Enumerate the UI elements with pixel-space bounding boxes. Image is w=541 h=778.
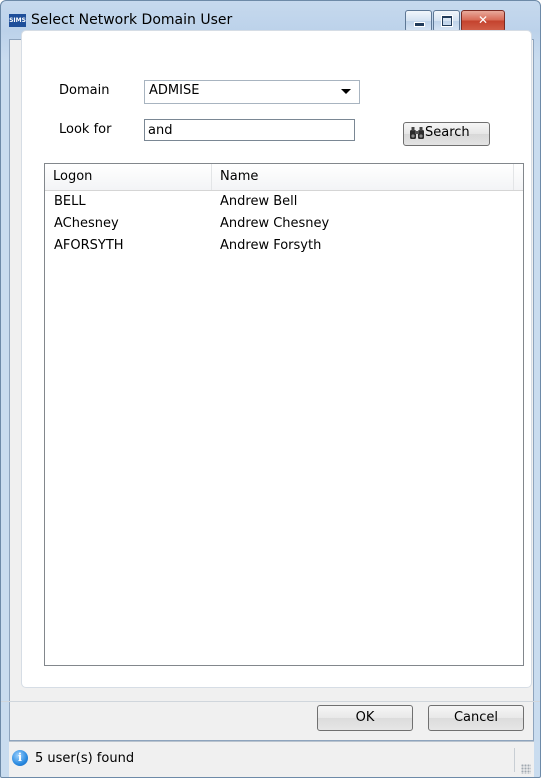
ok-button[interactable]: OK xyxy=(317,705,413,731)
row-name: Andrew Bell xyxy=(220,194,298,209)
column-header-name[interactable]: Name xyxy=(212,164,514,190)
column-header-logon[interactable]: Logon xyxy=(45,164,212,190)
look-for-label: Look for xyxy=(59,122,112,137)
resize-grip-icon[interactable] xyxy=(521,764,531,774)
maximize-button[interactable] xyxy=(433,10,460,32)
minimize-button[interactable] xyxy=(405,10,432,32)
dialog-window: SIMS Select Network Domain User ✕ Domain… xyxy=(0,0,541,778)
row-logon: AChesney xyxy=(54,216,119,231)
search-button-label: Search xyxy=(425,125,470,140)
sims-app-icon: SIMS xyxy=(9,14,26,27)
list-row[interactable]: AChesney Andrew Chesney xyxy=(45,216,523,236)
row-logon: AFORSYTH xyxy=(54,238,124,253)
row-logon: BELL xyxy=(54,194,86,209)
maximize-icon xyxy=(434,11,459,31)
close-button[interactable]: ✕ xyxy=(461,10,505,32)
list-row[interactable]: BELL Andrew Bell xyxy=(45,194,523,214)
domain-dropdown[interactable]: ADMISE xyxy=(144,80,360,104)
info-icon: i xyxy=(12,750,28,766)
search-button[interactable]: Search xyxy=(403,122,490,146)
row-name: Andrew Forsyth xyxy=(220,238,322,253)
minimize-icon xyxy=(406,11,431,31)
close-icon: ✕ xyxy=(477,13,489,27)
look-for-input[interactable] xyxy=(144,119,355,141)
list-header: Logon Name xyxy=(45,164,523,191)
status-text: 5 user(s) found xyxy=(35,751,135,766)
cancel-button[interactable]: Cancel xyxy=(428,705,524,731)
window-title: Select Network Domain User xyxy=(31,12,233,28)
footer-divider xyxy=(1,701,540,702)
dropdown-arrow-icon xyxy=(341,89,351,94)
status-divider xyxy=(514,748,515,772)
users-listview[interactable]: Logon Name BELL Andrew Bell AChesney And… xyxy=(44,163,524,666)
domain-value: ADMISE xyxy=(149,83,200,98)
domain-label: Domain xyxy=(59,83,110,98)
list-row[interactable]: AFORSYTH Andrew Forsyth xyxy=(45,238,523,258)
binoculars-icon xyxy=(410,127,424,139)
row-name: Andrew Chesney xyxy=(220,216,330,231)
status-bar: i 5 user(s) found xyxy=(9,741,534,777)
